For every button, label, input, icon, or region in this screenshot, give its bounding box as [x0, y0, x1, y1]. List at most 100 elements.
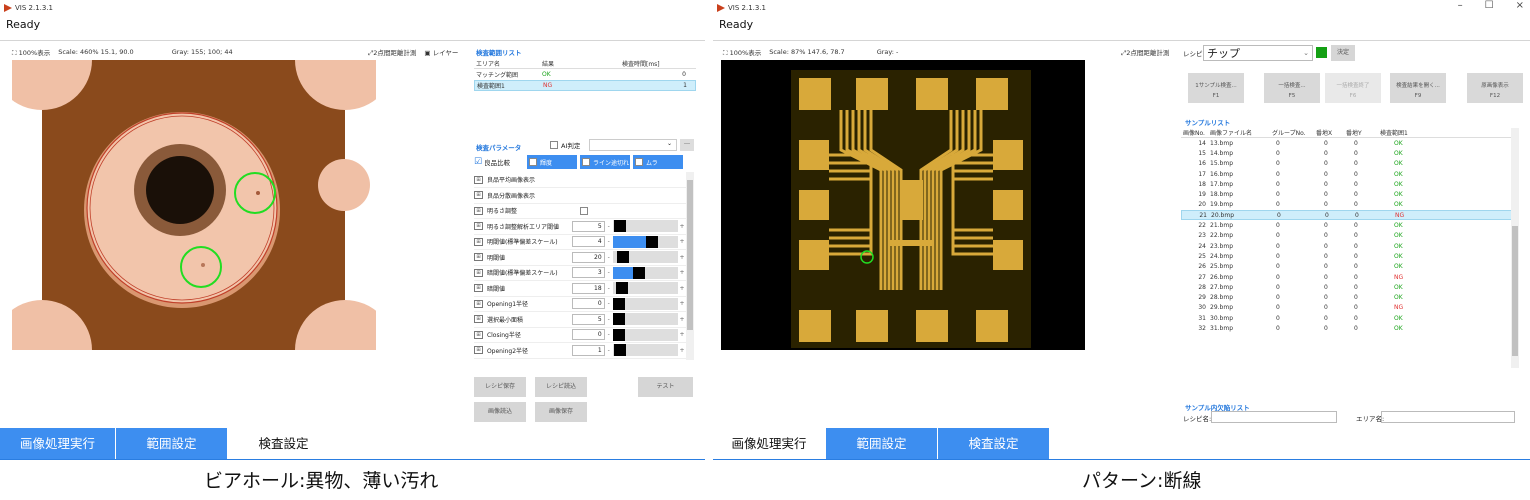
sample-row[interactable]: 17 16.bmp 0 0 0 OK	[1181, 169, 1513, 179]
area-name-field[interactable]	[1381, 411, 1515, 423]
test-button[interactable]: テスト	[638, 377, 693, 397]
increment-button[interactable]: +	[678, 316, 686, 323]
zoom-button[interactable]: ⛶ 100%表示	[12, 47, 50, 58]
sample-row[interactable]: 23 22.bmp 0 0 0 OK	[1181, 231, 1513, 241]
sample-row[interactable]: 25 24.bmp 0 0 0 OK	[1181, 251, 1513, 261]
tab-range-settings[interactable]: 範囲設定	[116, 428, 228, 460]
param-slider[interactable]	[612, 282, 679, 294]
param-icon[interactable]: ⊞	[474, 268, 483, 277]
param-slider[interactable]	[612, 344, 679, 356]
tab-inspection-settings[interactable]: 検査設定	[228, 428, 340, 460]
param-slider[interactable]	[612, 220, 679, 232]
param-value[interactable]: 4	[571, 236, 605, 247]
increment-button[interactable]: +	[678, 254, 686, 261]
param-slider[interactable]	[612, 297, 679, 310]
sample-row[interactable]: 14 13.bmp 0 0 0 OK	[1181, 138, 1513, 148]
tab-range-settings[interactable]: 範囲設定	[826, 428, 938, 460]
mode-line-break[interactable]: ライン途切れ	[580, 155, 630, 169]
tab-image-processing[interactable]: 画像処理実行	[0, 428, 116, 460]
param-icon[interactable]: ⊞	[474, 284, 483, 292]
param-value[interactable]: 0	[571, 298, 605, 309]
sample-row[interactable]: 18 17.bmp 0 0 0 OK	[1181, 179, 1513, 189]
increment-button[interactable]: +	[678, 300, 686, 307]
save-image-button[interactable]: 画像保存	[535, 402, 587, 422]
sample-row[interactable]: 31 30.bmp 0 0 0 OK	[1181, 313, 1513, 323]
sample-row[interactable]: 29 28.bmp 0 0 0 OK	[1181, 292, 1513, 302]
param-value[interactable]: 3	[571, 267, 605, 278]
param-icon[interactable]: ⊞	[474, 191, 483, 199]
recipe-select[interactable]: チップ ⌄	[1203, 45, 1313, 61]
sample-row[interactable]: 19 18.bmp 0 0 0 OK	[1181, 189, 1513, 199]
image-viewport[interactable]	[12, 60, 376, 350]
sample-row[interactable]: 22 21.bmp 0 0 0 OK	[1181, 220, 1513, 230]
param-icon[interactable]: ⊞	[474, 330, 483, 339]
param-value[interactable]: 0	[571, 329, 605, 340]
slider-thumb[interactable]	[633, 266, 646, 279]
increment-button[interactable]: +	[678, 269, 686, 276]
param-slider[interactable]	[612, 328, 679, 341]
ai-checkbox[interactable]	[550, 141, 558, 149]
param-slider[interactable]	[612, 313, 679, 325]
zoom-button[interactable]: ⛶ 100%表示	[723, 47, 761, 58]
decrement-button[interactable]: -	[605, 347, 613, 354]
param-slider[interactable]	[612, 266, 679, 279]
param-icon[interactable]: ⊞	[474, 206, 483, 215]
param-scrollbar[interactable]	[686, 172, 694, 360]
sample-row[interactable]: 20 19.bmp 0 0 0 OK	[1181, 200, 1513, 210]
fkey-button[interactable]: 原画像表示 F12	[1467, 73, 1523, 103]
increment-button[interactable]: +	[678, 347, 686, 354]
brightness-checkbox[interactable]	[580, 206, 588, 215]
decrement-button[interactable]: -	[605, 331, 613, 338]
param-slider[interactable]	[612, 251, 679, 263]
tab-inspection-settings[interactable]: 検査設定	[938, 428, 1050, 460]
maximize-icon[interactable]: ☐	[1485, 0, 1494, 11]
mode-brightness[interactable]: 輝度	[527, 155, 577, 169]
param-icon[interactable]: ⊞	[474, 299, 483, 308]
param-icon[interactable]: ⊞	[474, 315, 483, 323]
mode-checkbox[interactable]	[582, 158, 590, 166]
load-image-button[interactable]: 画像読込	[474, 402, 526, 422]
sample-row[interactable]: 32 31.bmp 0 0 0 OK	[1181, 323, 1513, 333]
save-recipe-button[interactable]: レシピ保存	[474, 377, 526, 397]
mode-unevenness[interactable]: ムラ	[633, 155, 683, 169]
fkey-button[interactable]: 検査結果を開く... F9	[1390, 73, 1446, 103]
increment-button[interactable]: +	[678, 238, 686, 245]
param-value[interactable]: 18	[571, 282, 605, 294]
param-icon[interactable]: ⊞	[474, 237, 483, 246]
ai-toggle[interactable]: AI判定	[550, 140, 580, 150]
mode-good-compare[interactable]: ☑ 良品比較	[474, 155, 524, 169]
image-viewport[interactable]	[721, 60, 1085, 350]
mode-checkbox[interactable]	[529, 158, 537, 166]
ai-select[interactable]: ⌄	[589, 139, 677, 151]
sample-row[interactable]: 21 20.bmp 0 0 0 NG	[1181, 210, 1513, 221]
measure-button[interactable]: ⤢2点間距離計測	[368, 47, 416, 58]
param-slider[interactable]	[612, 235, 679, 248]
slider-thumb[interactable]	[612, 297, 625, 310]
decide-button[interactable]: 決定	[1331, 45, 1355, 61]
slider-thumb[interactable]	[646, 235, 659, 248]
area-row-matching[interactable]: マッチング範囲 OK 0	[474, 69, 696, 80]
increment-button[interactable]: +	[678, 285, 686, 292]
sample-scrollbar[interactable]	[1511, 128, 1519, 368]
decrement-button[interactable]: -	[605, 254, 613, 261]
param-icon[interactable]: ⊞	[474, 222, 483, 230]
slider-thumb[interactable]	[613, 220, 626, 232]
tab-image-processing[interactable]: 画像処理実行	[713, 428, 826, 460]
param-icon[interactable]: ⊞	[474, 346, 483, 354]
param-icon[interactable]: ⊞	[474, 175, 483, 184]
close-icon[interactable]: ×	[1516, 0, 1524, 11]
decrement-button[interactable]: -	[605, 269, 613, 276]
slider-thumb[interactable]	[612, 328, 625, 341]
sample-row[interactable]: 28 27.bmp 0 0 0 OK	[1181, 282, 1513, 292]
sample-row[interactable]: 15 14.bmp 0 0 0 OK	[1181, 148, 1513, 158]
slider-thumb[interactable]	[616, 251, 629, 263]
sample-row[interactable]: 16 15.bmp 0 0 0 OK	[1181, 159, 1513, 169]
param-value[interactable]: 5	[571, 313, 605, 325]
mode-checkbox[interactable]	[635, 158, 643, 166]
sample-scroll-thumb[interactable]	[1512, 226, 1518, 356]
load-recipe-button[interactable]: レシピ読込	[535, 377, 587, 397]
decrement-button[interactable]: -	[605, 285, 613, 292]
param-icon[interactable]: ⊞	[474, 253, 483, 261]
minimize-icon[interactable]: –	[1458, 0, 1463, 11]
increment-button[interactable]: +	[678, 223, 686, 230]
